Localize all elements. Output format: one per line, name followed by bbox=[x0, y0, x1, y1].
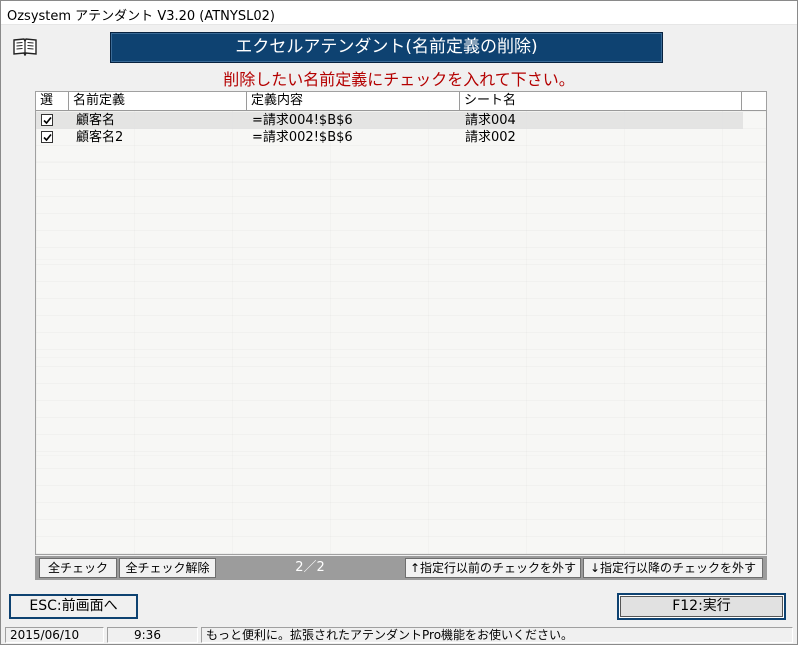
column-header-sheet[interactable]: シート名 bbox=[460, 92, 742, 111]
row-sheet: 請求002 bbox=[465, 130, 516, 145]
window-title: Ozsystem アテンダント V3.20 (ATNYSL02) bbox=[7, 9, 275, 24]
uncheck-all-button[interactable]: 全チェック解除 bbox=[119, 558, 216, 578]
grid-header: 選 名前定義 定義内容 シート名 bbox=[36, 92, 766, 111]
title-bar[interactable]: Ozsystem アテンダント V3.20 (ATNYSL02) bbox=[1, 1, 797, 25]
page-indicator: 2／2 bbox=[295, 560, 325, 575]
row-name: 顧客名 bbox=[76, 113, 116, 128]
uncheck-before-button[interactable]: ↑指定行以前のチェックを外す bbox=[405, 558, 581, 578]
status-message: もっと便利に。拡張されたアテンダントPro機能をお使いください。 bbox=[201, 627, 793, 643]
checkmark-icon bbox=[43, 116, 52, 125]
row-definition: =請求004!$B$6 bbox=[252, 113, 353, 128]
execute-button[interactable]: F12:実行 bbox=[617, 593, 786, 620]
client-area: エクセルアテンダント(名前定義の削除) 削除したい名前定義にチェックを入れて下さ… bbox=[1, 26, 797, 644]
app-window: Ozsystem アテンダント V3.20 (ATNYSL02) エクセルアテン… bbox=[0, 0, 798, 645]
status-time: 9:36 bbox=[107, 627, 198, 643]
column-header-definition[interactable]: 定義内容 bbox=[247, 92, 460, 111]
row-checkbox[interactable] bbox=[41, 131, 53, 143]
table-row[interactable]: 顧客名 =請求004!$B$6 請求004 bbox=[36, 112, 743, 129]
status-bar: 2015/06/10 9:36 もっと便利に。拡張されたアテンダントPro機能を… bbox=[1, 626, 797, 644]
table-row[interactable]: 顧客名2 =請求002!$B$6 請求002 bbox=[36, 129, 743, 146]
back-button[interactable]: ESC:前画面へ bbox=[9, 594, 138, 619]
uncheck-after-button[interactable]: ↓指定行以降のチェックを外す bbox=[583, 558, 763, 578]
open-book-icon[interactable] bbox=[13, 38, 37, 57]
checkmark-icon bbox=[43, 133, 52, 142]
status-date: 2015/06/10 bbox=[5, 627, 104, 643]
instruction-text: 削除したい名前定義にチェックを入れて下さい。 bbox=[223, 70, 575, 89]
column-header-select[interactable]: 選 bbox=[36, 92, 69, 111]
check-all-button[interactable]: 全チェック bbox=[39, 558, 117, 578]
row-definition: =請求002!$B$6 bbox=[252, 130, 353, 145]
row-checkbox[interactable] bbox=[41, 114, 53, 126]
screen-title-banner: エクセルアテンダント(名前定義の削除) bbox=[110, 32, 663, 63]
grid-action-bar: 全チェック 全チェック解除 2／2 ↑指定行以前のチェックを外す ↓指定行以降の… bbox=[35, 556, 767, 580]
row-name: 顧客名2 bbox=[76, 130, 124, 145]
column-header-name[interactable]: 名前定義 bbox=[69, 92, 247, 111]
row-sheet: 請求004 bbox=[465, 113, 516, 128]
name-definition-grid[interactable]: 選 名前定義 定義内容 シート名 顧客名 =請求004!$B$6 請求004 顧… bbox=[35, 91, 767, 555]
